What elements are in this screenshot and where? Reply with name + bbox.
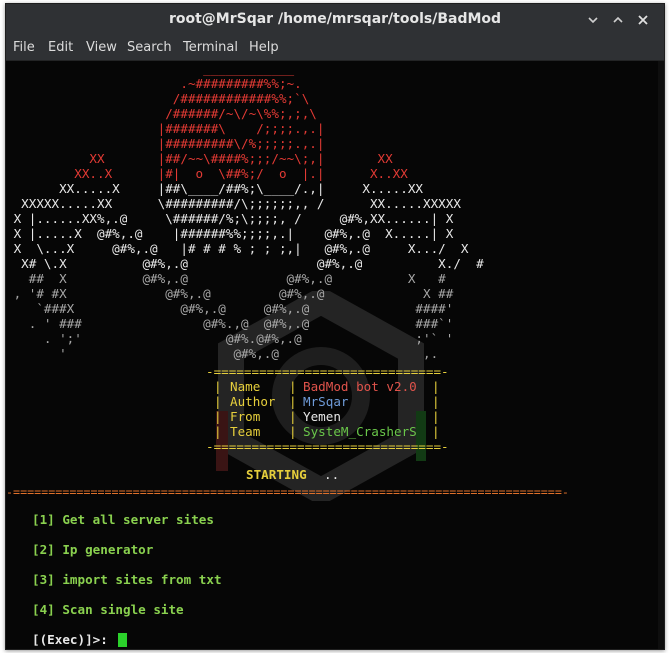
terminal-window: root@MrSqar /home/mrsqar/tools/BadMod Fi… bbox=[5, 3, 665, 650]
option-1: [1] Get all server sites bbox=[32, 512, 214, 527]
info-box-border-top: -==============================- bbox=[206, 364, 449, 379]
scrollbar[interactable] bbox=[658, 61, 664, 649]
minimize-button[interactable] bbox=[582, 9, 604, 31]
window-title: root@MrSqar /home/mrsqar/tools/BadMod bbox=[168, 11, 502, 27]
art-line: XXXXX.....XX \#########/\;;;;;;,, / XX..… bbox=[6, 196, 461, 211]
option-2: [2] Ip generator bbox=[32, 542, 154, 557]
info-pipe-icon: | bbox=[432, 394, 440, 409]
option-4: [4] Scan single site bbox=[32, 602, 184, 617]
info-label: Author bbox=[230, 394, 276, 409]
art-line: .~#########%%;~. bbox=[6, 76, 302, 91]
starting-text: STARTING bbox=[246, 467, 307, 482]
art-line: . ';' @#%.@#%,.@ ;'` ' bbox=[6, 331, 454, 346]
terminal-area[interactable]: ____________ .~#########%%;~. /#########… bbox=[6, 61, 664, 649]
info-label: From bbox=[230, 409, 261, 424]
art-line: ## X @#%,.@ @#%,.@ X # bbox=[6, 271, 446, 286]
art-line: |#######\ /;;;;.,.| bbox=[6, 121, 325, 136]
art-line: ____________ bbox=[6, 61, 295, 76]
info-pipe-icon: | bbox=[289, 424, 297, 439]
separator-line: -=======================================… bbox=[6, 485, 569, 499]
info-pipe-icon: | bbox=[214, 379, 222, 394]
art-line: /######/~\/~\%%;,;,\ bbox=[6, 106, 317, 121]
info-pipe-icon: | bbox=[214, 424, 222, 439]
menu-view[interactable]: View bbox=[86, 40, 117, 55]
art-line: /############%%;`\ bbox=[6, 91, 310, 106]
art-line: XX |##/~~\####%;;;/~~\;,| XX bbox=[6, 151, 393, 166]
close-icon bbox=[638, 15, 648, 25]
art-line: , '# #X @#%,.@ @#%,.@ X ## bbox=[6, 286, 454, 301]
info-value: SysteM_CrasherS bbox=[303, 424, 417, 439]
option-3: [3] import sites from txt bbox=[32, 572, 222, 587]
info-pipe-icon: | bbox=[214, 409, 222, 424]
menu-bar: File Edit View Search Terminal Help bbox=[6, 36, 664, 61]
info-label: Team bbox=[230, 424, 261, 439]
info-pipe-icon: | bbox=[432, 409, 440, 424]
info-pipe-icon: | bbox=[432, 379, 440, 394]
menu-edit[interactable]: Edit bbox=[48, 40, 73, 55]
info-pipe-icon: | bbox=[289, 409, 297, 424]
maximize-icon bbox=[613, 16, 623, 23]
info-pipe-icon: | bbox=[432, 424, 440, 439]
command-prompt: [(Exec)]>: bbox=[32, 632, 116, 647]
menu-search[interactable]: Search bbox=[127, 40, 172, 55]
art-line: ' @#%,.@ ,. bbox=[6, 346, 439, 361]
info-value: Yemen bbox=[303, 409, 341, 424]
maximize-button[interactable] bbox=[607, 9, 629, 31]
menu-file[interactable]: File bbox=[13, 40, 35, 55]
art-line: X \...X @#%,.@ |# # # % ; ; ;,| @#%,.@ X… bbox=[6, 241, 469, 256]
info-pipe-icon: | bbox=[289, 379, 297, 394]
menu-terminal[interactable]: Terminal bbox=[183, 40, 238, 55]
menu-help[interactable]: Help bbox=[249, 40, 279, 55]
art-line: X |......XX%,.@ \######/%;\;;;;, / @#%,X… bbox=[6, 211, 454, 226]
close-button[interactable] bbox=[632, 9, 654, 31]
title-bar[interactable]: root@MrSqar /home/mrsqar/tools/BadMod bbox=[6, 4, 664, 36]
art-line: XX.....X |##\____/##%;\____/.,| X.....XX bbox=[6, 181, 424, 196]
info-pipe-icon: | bbox=[214, 394, 222, 409]
art-line: |#########\/%;;;;;.,.| bbox=[6, 136, 325, 151]
info-box-border-bottom: -==============================- bbox=[206, 439, 449, 454]
starting-dots: .. bbox=[324, 467, 340, 482]
info-pipe-icon: | bbox=[289, 394, 297, 409]
minimize-icon bbox=[588, 17, 598, 24]
info-value: MrSqar bbox=[303, 394, 349, 409]
art-line: X |.....X @#%,.@ |######%%;;;;,.| @#%,.@… bbox=[6, 226, 454, 241]
terminal-cursor[interactable] bbox=[118, 633, 127, 647]
art-line: X# \.X @#%,.@ @#%,.@ X./ # bbox=[6, 256, 484, 271]
art-line: XX..X |#| o \##%;/ o |.| X..XX bbox=[6, 166, 408, 181]
art-line: . ' ### @#%.,@ @#%,.@ ###`' bbox=[6, 316, 454, 331]
info-label: Name bbox=[230, 379, 261, 394]
art-line: `###X @#%,.@ @#%,.@ ####' bbox=[6, 301, 454, 316]
info-value: BadMod bot v2.0 bbox=[303, 379, 417, 394]
